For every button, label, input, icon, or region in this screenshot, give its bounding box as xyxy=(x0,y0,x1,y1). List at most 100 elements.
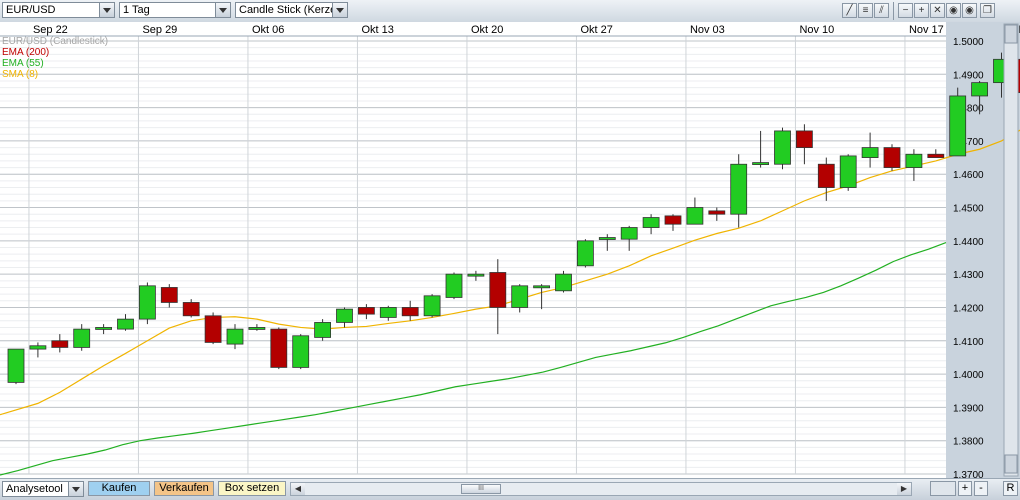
scroll-thumb[interactable]: III xyxy=(461,484,501,494)
maximize-icon[interactable]: ❐ xyxy=(980,3,995,18)
y-tick-label: 1.4100 xyxy=(953,337,984,348)
scroll-up-icon[interactable] xyxy=(1004,24,1018,44)
y-tick-label: 1.4200 xyxy=(953,303,984,314)
x-tick-label: Sep 22 xyxy=(33,24,68,36)
candle-body xyxy=(95,327,112,330)
zoom-slider[interactable] xyxy=(930,481,956,496)
candle-body xyxy=(686,207,704,225)
candle-body xyxy=(379,307,397,318)
analysis-tool-label: Analysetool xyxy=(6,483,63,495)
candle-body xyxy=(664,215,682,225)
candle-body xyxy=(555,273,572,292)
line-tool-icon[interactable]: ╱ xyxy=(842,3,857,18)
horizontal-scrollbar[interactable]: ◀ III ▶ xyxy=(290,482,912,496)
interval-value: 1 Tag xyxy=(123,4,150,16)
legend-item-ema55: EMA (55) xyxy=(2,58,44,69)
reset-button[interactable]: R xyxy=(1003,481,1018,496)
chart-style-value: Candle Stick (Kerzen) xyxy=(239,4,335,16)
analysis-tool-select[interactable]: Analysetool xyxy=(2,481,84,497)
vertical-scrollbar[interactable] xyxy=(1003,23,1019,477)
candle-body xyxy=(423,295,441,317)
indicator2-icon[interactable]: ◉ xyxy=(962,3,977,18)
candle-body xyxy=(620,227,638,240)
candle-body xyxy=(226,328,244,345)
x-tick-label: Okt 13 xyxy=(361,24,393,36)
candle-body xyxy=(314,322,332,338)
candle-body xyxy=(7,348,25,383)
x-axis: Sep 22 Sep 29 Okt 06 Okt 13 Okt 20 Okt 27 Nov … xyxy=(0,22,1020,37)
symbol-select[interactable]: EUR/USD xyxy=(2,2,115,18)
legend-item-ema200: EMA (200) xyxy=(2,47,50,58)
x-tick-label: Okt 06 xyxy=(252,24,284,36)
price-chart[interactable]: Sep 22 Sep 29 Okt 06 Okt 13 Okt 20 Okt 27 Nov … xyxy=(0,22,1020,478)
fibonacci-tool-icon[interactable]: ≡ xyxy=(858,3,873,18)
legend-item-candlestick: EUR/USD (Candlestick) xyxy=(2,36,109,47)
y-tick-label: 1.4600 xyxy=(953,170,984,181)
x-tick-label: Nov 03 xyxy=(690,24,725,36)
sell-button[interactable]: Verkaufen xyxy=(154,481,214,496)
candle-body xyxy=(730,163,748,215)
zoom-out-icon[interactable]: − xyxy=(898,3,913,18)
zoom-in-icon[interactable]: + xyxy=(914,3,929,18)
candle-body xyxy=(73,328,91,348)
indicator-icon[interactable]: ◉ xyxy=(946,3,961,18)
buy-button[interactable]: Kaufen xyxy=(88,481,150,496)
y-tick-label: 1.4300 xyxy=(953,270,984,281)
candle-body xyxy=(533,285,550,289)
chevron-down-icon[interactable] xyxy=(99,3,114,17)
candle-body xyxy=(883,147,901,168)
candle-body xyxy=(357,307,375,315)
scroll-right-icon[interactable]: ▶ xyxy=(897,483,911,495)
candle-body xyxy=(270,328,288,368)
plus-button[interactable]: + xyxy=(958,481,972,496)
scroll-down-icon[interactable] xyxy=(1004,454,1018,474)
plot-area xyxy=(0,22,946,478)
candle-body xyxy=(971,82,988,97)
candle-body xyxy=(292,335,310,368)
channel-tool-icon[interactable]: ⫽ xyxy=(874,3,889,18)
chevron-down-icon[interactable] xyxy=(215,3,230,17)
y-tick-label: 1.5000 xyxy=(953,37,984,48)
x-tick-label: Nov 10 xyxy=(799,24,834,36)
candle-body xyxy=(489,272,507,308)
candle-body xyxy=(182,302,200,317)
y-tick-label: 1.3800 xyxy=(953,437,984,448)
y-tick-label: 1.4000 xyxy=(953,370,984,381)
candle-body xyxy=(861,147,879,158)
candle-body xyxy=(29,345,47,350)
symbol-value: EUR/USD xyxy=(6,4,56,16)
interval-select[interactable]: 1 Tag xyxy=(119,2,231,18)
y-tick-label: 1.3700 xyxy=(953,470,984,478)
candle-body xyxy=(248,327,266,330)
scroll-left-icon[interactable]: ◀ xyxy=(291,483,305,495)
y-tick-label: 1.4500 xyxy=(953,204,984,215)
chevron-down-icon[interactable] xyxy=(68,482,83,496)
candle-body xyxy=(160,287,178,303)
x-tick-label: Nov 17 xyxy=(909,24,944,36)
candle-body xyxy=(642,217,660,228)
box-button[interactable]: Box setzen xyxy=(218,481,286,496)
candle-body xyxy=(138,285,156,320)
candle-body xyxy=(752,162,769,165)
candle-body xyxy=(708,210,726,215)
chart-style-select[interactable]: Candle Stick (Kerzen) xyxy=(235,2,348,18)
x-tick-label: Okt 20 xyxy=(471,24,503,36)
candle-body xyxy=(51,340,69,348)
candle-body xyxy=(817,163,835,188)
y-tick-label: 1.3900 xyxy=(953,403,984,414)
candle-body xyxy=(774,130,791,165)
y-tick-label: 1.4400 xyxy=(953,237,984,248)
chevron-down-icon[interactable] xyxy=(332,3,347,17)
toolbar-divider xyxy=(893,2,894,20)
candle-body xyxy=(401,307,419,317)
candle-body xyxy=(445,273,463,298)
candle-body xyxy=(796,130,813,148)
candle-body xyxy=(336,308,353,323)
candle-body xyxy=(511,285,529,308)
chart-toolbar: EUR/USD 1 Tag Candle Stick (Kerzen) ╱ ≡ … xyxy=(0,0,1020,23)
settings-icon[interactable]: ✕ xyxy=(930,3,945,18)
candle-body xyxy=(598,237,616,240)
legend-item-sma8: SMA (8) xyxy=(2,69,39,80)
bottom-toolbar: Analysetool Kaufen Verkaufen Box setzen … xyxy=(0,478,1020,500)
minus-button[interactable]: - xyxy=(974,481,988,496)
